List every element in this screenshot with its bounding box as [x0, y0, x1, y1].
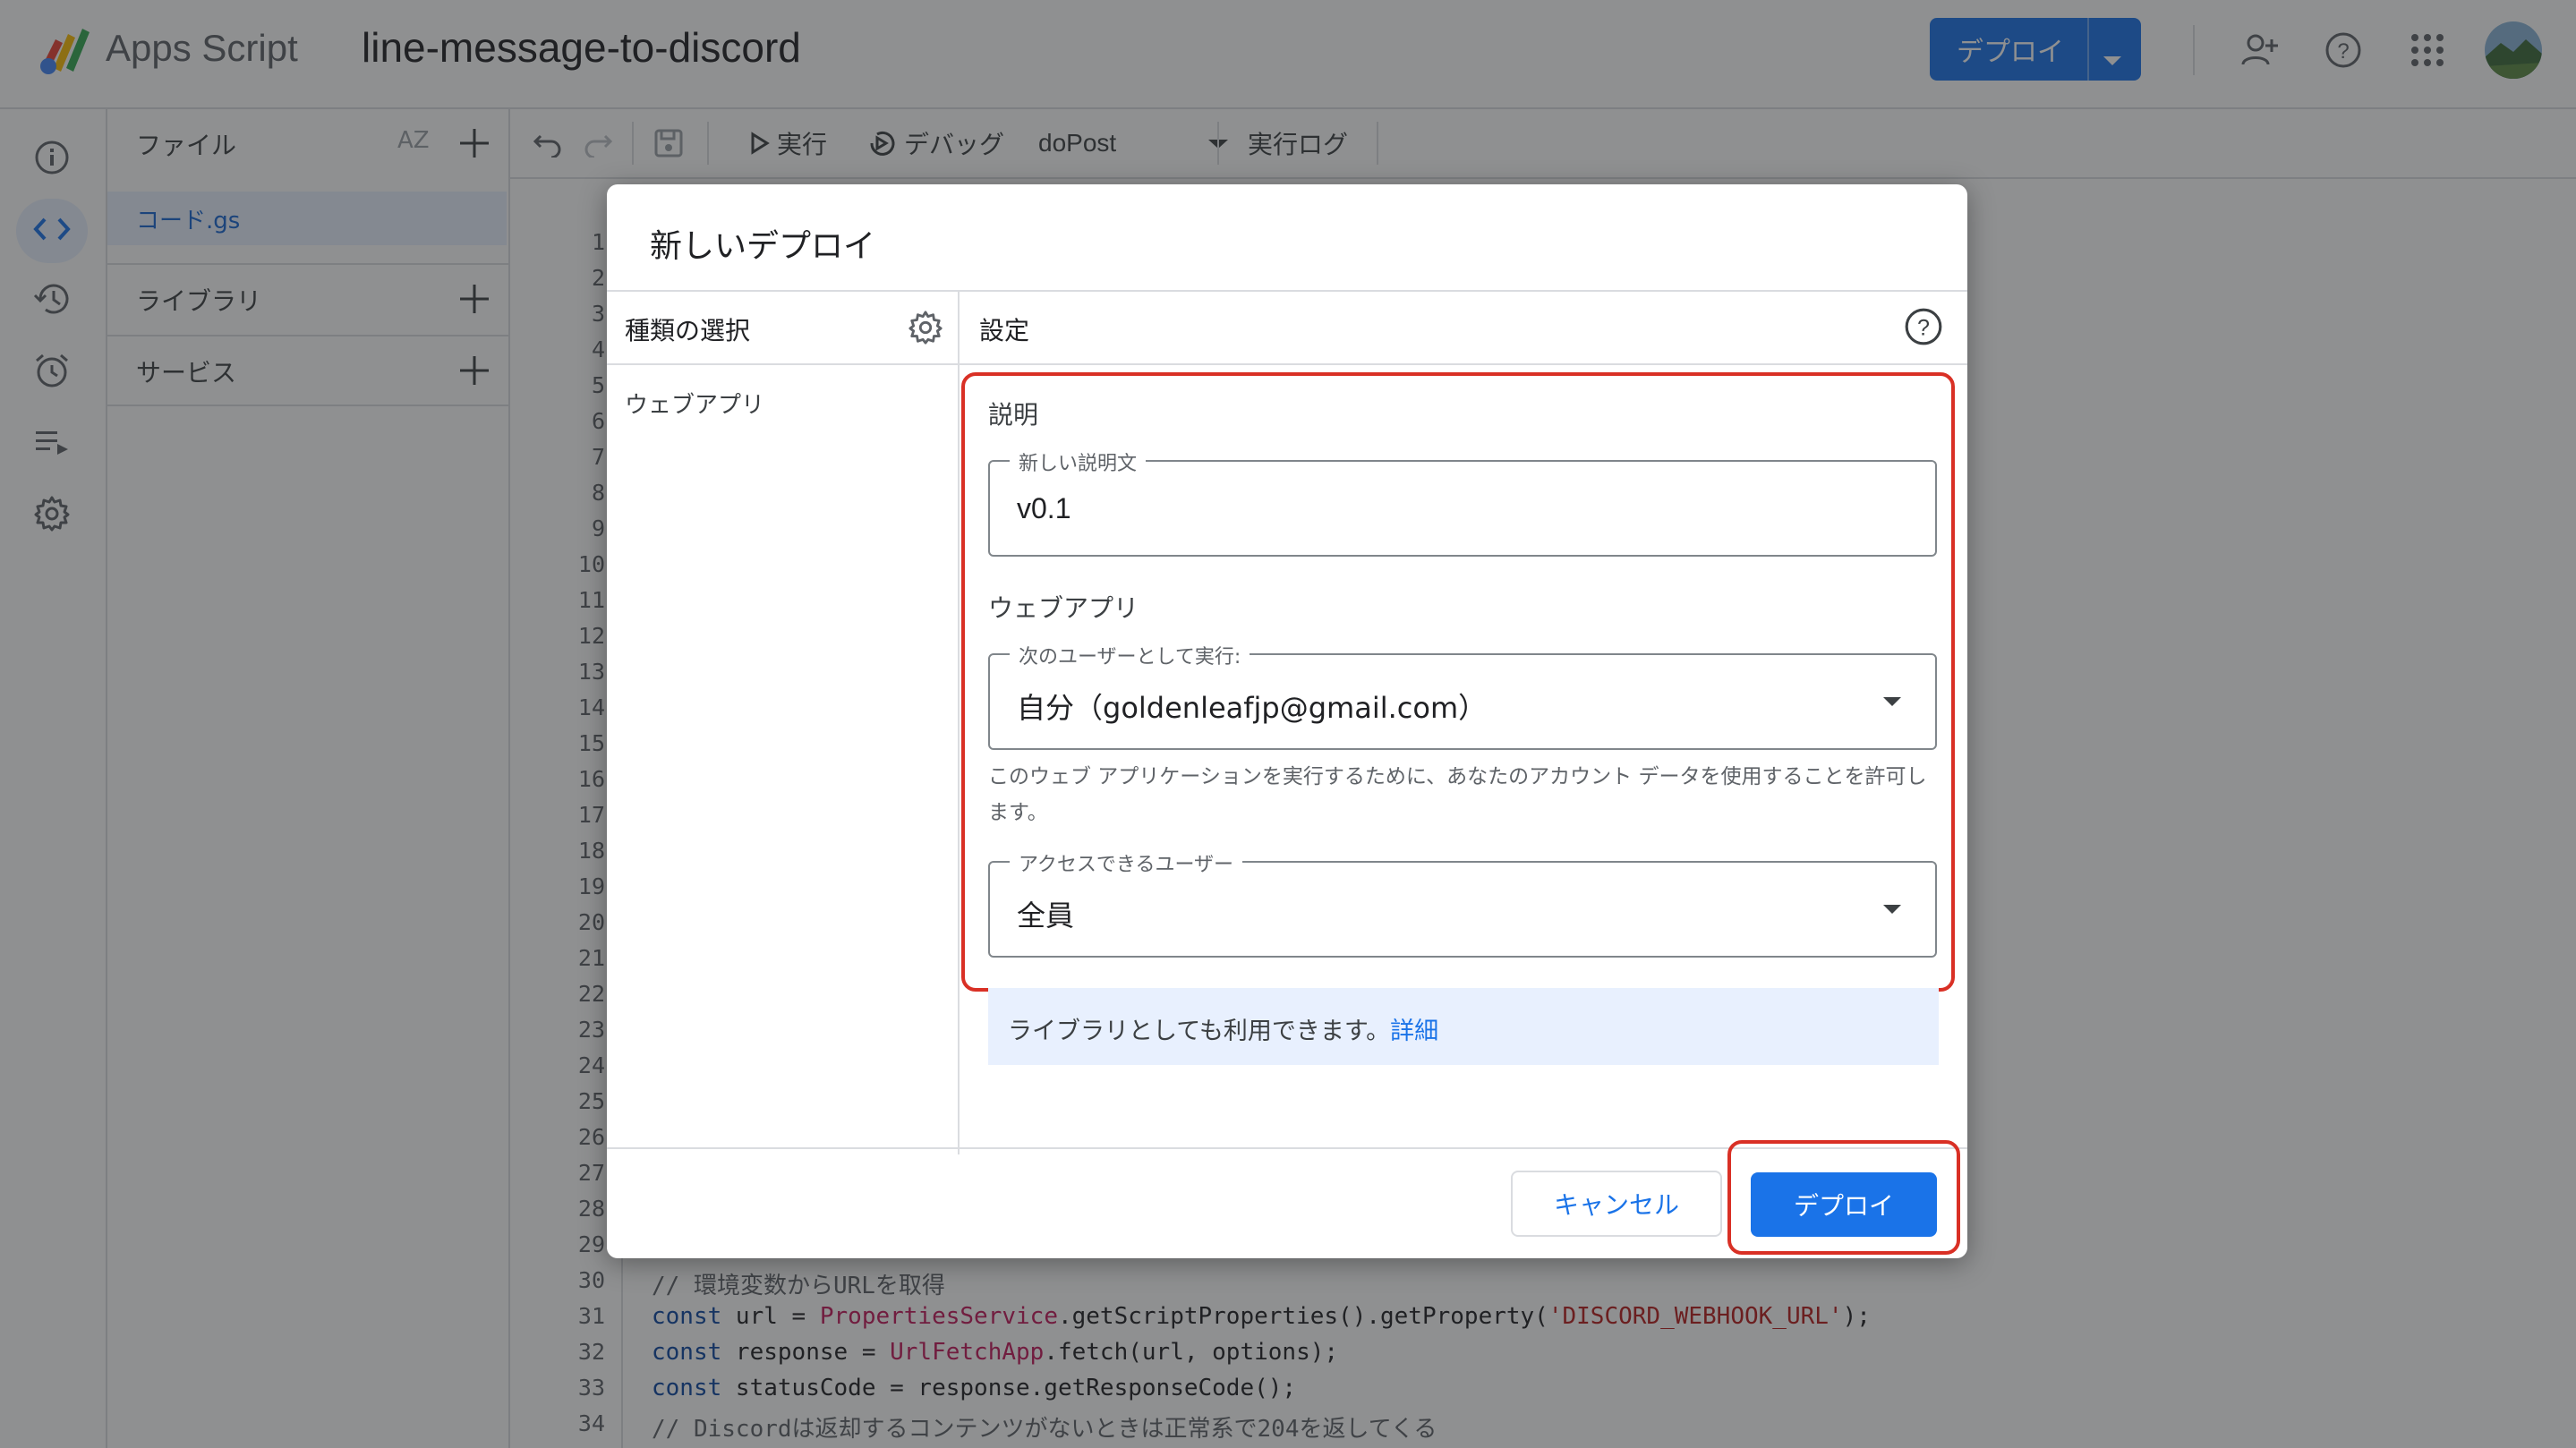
help-icon[interactable]: ? [1903, 306, 1946, 349]
settings-label: 設定 [979, 316, 1030, 345]
library-note-text: ライブラリとしても利用できます。 [1008, 1018, 1391, 1045]
svg-text:?: ? [1917, 315, 1930, 340]
type-select-label: 種類の選択 [625, 316, 751, 345]
column-divider [958, 292, 960, 1154]
highlight-box-settings [961, 372, 1955, 992]
dialog-title: 新しいデプロイ [650, 228, 876, 265]
gear-icon[interactable] [908, 310, 943, 345]
library-details-link[interactable]: 詳細 [1390, 1018, 1438, 1045]
cancel-button[interactable]: キャンセル [1511, 1171, 1722, 1237]
type-item-webapp[interactable]: ウェブアプリ [625, 387, 764, 420]
library-note: ライブラリとしても利用できます。詳細 [988, 988, 1939, 1065]
highlight-box-deploy [1727, 1140, 1960, 1255]
new-deployment-dialog: 新しいデプロイ 種類の選択 ウェブアプリ 設定 ? 説明 新しい説明文 v0.1… [607, 184, 1967, 1258]
divider [607, 363, 1967, 365]
divider [607, 290, 1967, 292]
